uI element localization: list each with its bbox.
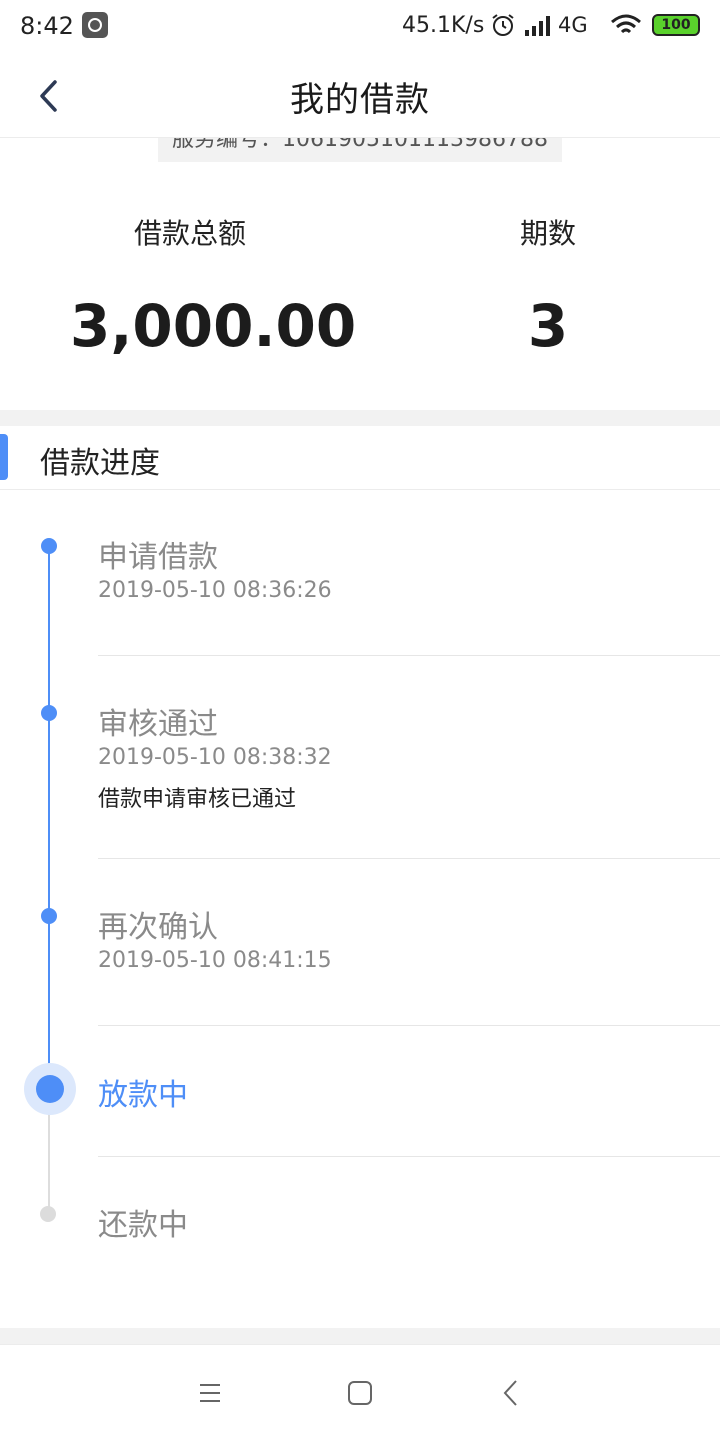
progress-section-title: 借款进度	[40, 446, 160, 481]
navbar: 我的借款	[0, 52, 720, 138]
section-divider	[0, 410, 720, 426]
timeline-line-completed	[48, 546, 50, 1089]
wifi-icon	[611, 14, 641, 34]
timeline-dot-done	[41, 908, 57, 924]
period-value: 3	[527, 292, 569, 360]
notification-icon	[82, 12, 108, 38]
network-speed: 45.1K/s	[402, 13, 485, 38]
menu-icon[interactable]	[190, 1373, 230, 1413]
battery-icon: 100	[652, 14, 700, 36]
step-title: 再次确认	[98, 910, 218, 945]
step-title: 还款中	[98, 1208, 188, 1243]
amount-label: 借款总额	[133, 217, 246, 250]
period-label: 期数	[519, 217, 576, 250]
signal-icon	[525, 16, 550, 36]
timeline-dot-current	[36, 1075, 64, 1103]
step-title: 申请借款	[98, 540, 218, 575]
progress-section-header: 借款进度	[0, 426, 720, 490]
timeline-dot-done	[41, 705, 57, 721]
home-square-icon[interactable]	[340, 1373, 380, 1413]
step-time: 2019-05-10 08:41:15	[98, 948, 332, 973]
status-bar: 8:42 45.1K/s 4G 100	[0, 0, 720, 52]
page-title: 我的借款	[290, 80, 430, 120]
back-arrow-icon[interactable]	[492, 1373, 532, 1413]
step-time: 2019-05-10 08:36:26	[98, 578, 332, 603]
step-title-current: 放款中	[98, 1078, 188, 1113]
bottom-divider	[0, 1328, 720, 1344]
system-nav-bar	[0, 1344, 720, 1440]
section-accent-bar	[0, 434, 8, 480]
timeline-dot-done	[41, 538, 57, 554]
step-title: 审核通过	[98, 707, 218, 742]
step-separator	[98, 1025, 720, 1026]
status-time: 8:42	[20, 12, 74, 40]
amount-value: 3,000.00	[70, 292, 357, 360]
alarm-icon	[492, 14, 514, 36]
network-type: 4G	[558, 13, 588, 37]
step-separator	[98, 655, 720, 656]
step-time: 2019-05-10 08:38:32	[98, 745, 332, 770]
step-note: 借款申请审核已通过	[98, 787, 297, 812]
step-separator	[98, 858, 720, 859]
timeline-dot-pending	[40, 1206, 56, 1222]
step-separator	[98, 1156, 720, 1157]
